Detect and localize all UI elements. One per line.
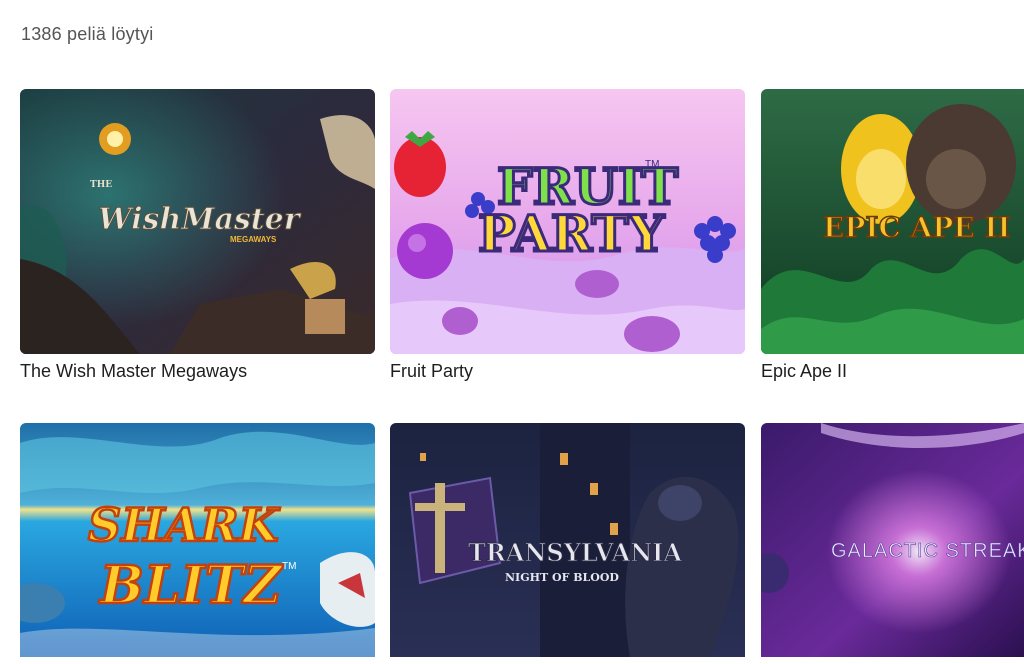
game-thumbnail[interactable]: GALACTIC STREAK: [761, 423, 1024, 657]
game-thumbnail[interactable]: TRANSYLVANIA NIGHT OF BLOOD: [390, 423, 745, 657]
game-thumbnail[interactable]: FRUIT PARTY TM: [390, 89, 745, 354]
logo-main-text: WishMaster: [98, 202, 302, 237]
logo-sub-text: NIGHT OF BLOOD: [505, 571, 619, 584]
logo-tm-text: TM: [645, 159, 659, 170]
logo-main-text: GALACTIC STREAK: [831, 540, 1024, 562]
game-thumbnail[interactable]: SHARK BLITZ TM: [20, 423, 375, 657]
game-card-transylvania[interactable]: TRANSYLVANIA NIGHT OF BLOOD: [390, 423, 745, 664]
game-title[interactable]: The Wish Master Megaways: [20, 361, 375, 382]
logo-line2-text: BLITZ: [98, 555, 284, 616]
game-card-galactic-streak[interactable]: GALACTIC STREAK: [761, 423, 1024, 664]
logo-line2-text: PARTY: [478, 204, 666, 263]
game-card-epic-ape-ii[interactable]: EPIC APE II Epic Ape II: [761, 89, 1024, 382]
game-title[interactable]: Epic Ape II: [761, 361, 1024, 382]
logo-main-text: EPIC APE II: [823, 211, 1011, 244]
logo-line1-text: SHARK: [88, 498, 281, 552]
game-title[interactable]: Fruit Party: [390, 361, 745, 382]
game-thumbnail[interactable]: THE WishMaster MEGAWAYS: [20, 89, 375, 354]
game-card-fruit-party[interactable]: FRUIT PARTY TM Fruit Party: [390, 89, 745, 382]
game-thumbnail[interactable]: EPIC APE II: [761, 89, 1024, 354]
logo-the-text: THE: [90, 180, 112, 190]
game-card-shark-blitz[interactable]: SHARK BLITZ TM: [20, 423, 375, 664]
game-card-wish-master[interactable]: THE WishMaster MEGAWAYS The Wish Master …: [20, 89, 375, 382]
logo-main-text: TRANSYLVANIA: [468, 538, 682, 567]
game-grid: THE WishMaster MEGAWAYS The Wish Master …: [0, 0, 1024, 657]
logo-sub-text: MEGAWAYS: [230, 235, 277, 244]
logo-tm-text: TM: [282, 561, 296, 572]
